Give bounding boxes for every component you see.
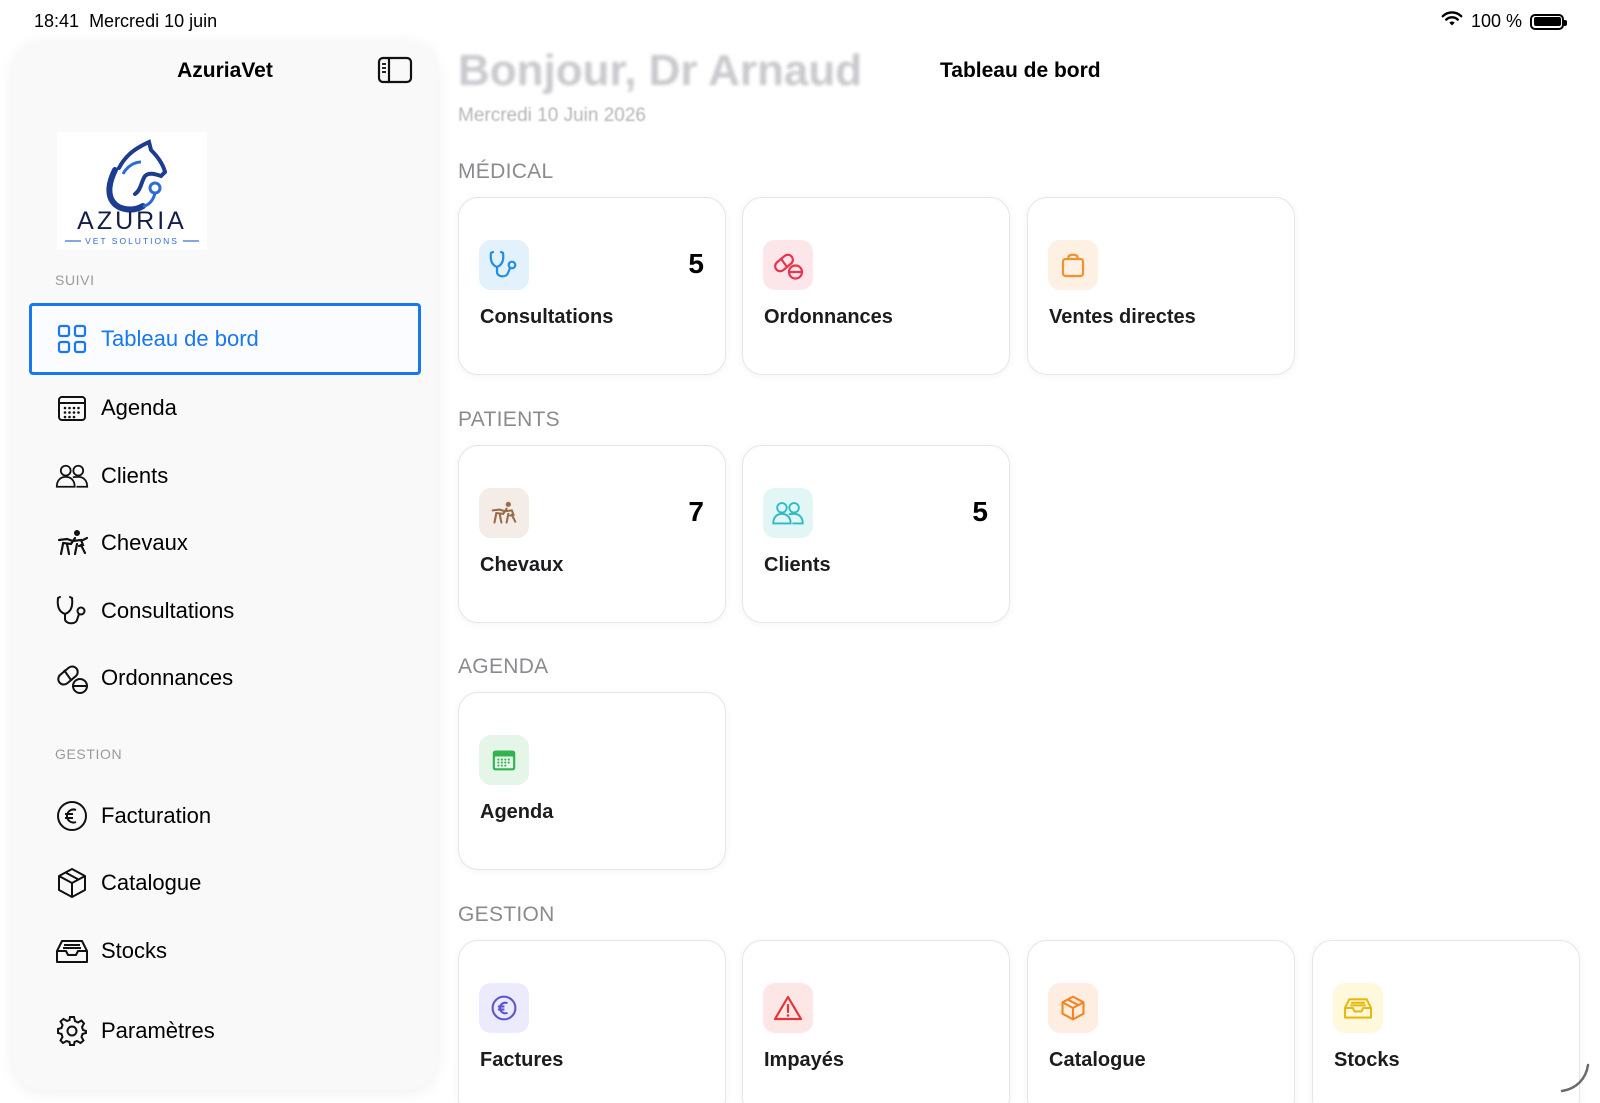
card-count: 5 [972,496,988,527]
sidebar-item-facturation[interactable]: Facturation [29,780,421,852]
calendar-icon [55,391,89,425]
group-label-patients: PATIENTS [458,408,560,431]
tray-icon [55,934,89,968]
group-label-agenda: AGENDA [458,655,549,678]
azuria-logo: AZURIA VET SOLUTIONS [57,132,207,250]
current-date: Mercredi 10 Juin 2026 [458,105,646,126]
sidebar-item-label: Clients [101,463,169,488]
card-label: Impayés [764,1049,845,1071]
box-icon [1048,983,1098,1033]
card-ventes-directes[interactable]: Ventes directes [1027,197,1295,375]
card-count: 5 [688,248,704,279]
card-chevaux[interactable]: 7 Chevaux [458,445,726,623]
horse-rider-icon [479,488,529,538]
sidebar-item-label: Agenda [101,395,177,420]
card-impayes[interactable]: Impayés [742,940,1010,1103]
sidebar-item-consultations[interactable]: Consultations [29,575,421,647]
sidebar-item-label: Stocks [101,938,168,963]
card-catalogue[interactable]: Catalogue [1027,940,1295,1103]
clock-text: 18:41 [34,11,80,31]
sidebar-item-catalogue[interactable]: Catalogue [29,847,421,919]
sidebar-toggle-icon[interactable] [377,55,413,85]
status-time: 18:41 Mercredi 10 juin [34,11,217,32]
wifi-icon [1441,11,1463,32]
card-clients[interactable]: 5 Clients [742,445,1010,623]
card-factures[interactable]: Factures [458,940,726,1103]
warning-icon [763,983,813,1033]
people-icon [763,488,813,538]
card-label: Consultations [480,306,614,328]
grid-icon [55,322,89,356]
sidebar-item-tableau-de-bord[interactable]: Tableau de bord [29,303,421,375]
sidebar-item-label: Consultations [101,598,235,623]
people-icon [55,459,89,493]
tray-icon [1333,983,1383,1033]
euro-icon [55,799,89,833]
pills-icon [763,240,813,290]
card-stocks[interactable]: Stocks [1312,940,1580,1103]
svg-text:VET SOLUTIONS: VET SOLUTIONS [85,236,179,246]
calendar-icon [479,735,529,785]
card-ordonnances[interactable]: Ordonnances [742,197,1010,375]
sidebar-item-chevaux[interactable]: Chevaux [29,507,421,579]
card-label: Stocks [1334,1049,1400,1071]
status-right: 100 % [1441,11,1567,32]
stethoscope-icon [55,594,89,628]
sidebar-item-label: Ordonnances [101,665,234,690]
sidebar-title: AzuriaVet [177,59,273,82]
card-label: Factures [480,1049,564,1071]
bag-icon [1048,240,1098,290]
euro-icon [479,983,529,1033]
page-title: Tableau de bord [940,59,1101,82]
box-icon [55,866,89,900]
stethoscope-icon [479,240,529,290]
card-label: Chevaux [480,554,564,576]
card-label: Ordonnances [764,306,893,328]
card-agenda[interactable]: Agenda [458,692,726,870]
logo-wordmark: AZURIA [77,207,187,235]
gear-icon [55,1014,89,1048]
sidebar-item-label: Chevaux [101,530,188,555]
status-date-text: Mercredi 10 juin [89,11,218,31]
sidebar-item-label: Facturation [101,803,212,828]
sidebar-item-parametres[interactable]: Paramètres [29,995,421,1067]
section-label-suivi: SUIVI [55,272,95,288]
battery-percent: 100 % [1470,11,1522,31]
card-label: Ventes directes [1049,306,1196,328]
sidebar-item-stocks[interactable]: Stocks [29,915,421,987]
sidebar-item-agenda[interactable]: Agenda [29,372,421,444]
sidebar-item-label: Tableau de bord [101,326,259,351]
sidebar-item-clients[interactable]: Clients [29,440,421,512]
card-consultations[interactable]: 5 Consultations [458,197,726,375]
card-label: Catalogue [1049,1049,1146,1071]
card-label: Agenda [480,801,554,823]
sidebar-item-label: Catalogue [101,870,202,895]
pills-icon [55,661,89,695]
sidebar: AzuriaVet AZURIA VET SOLUTIONS SUIVI Tab… [13,42,437,1090]
sidebar-item-ordonnances[interactable]: Ordonnances [29,642,421,714]
group-label-medical: MÉDICAL [458,160,554,183]
battery-icon [1530,13,1567,30]
card-label: Clients [764,554,831,576]
resize-corner-icon [1560,1063,1590,1093]
card-count: 7 [688,496,704,527]
horse-rider-icon [55,526,89,560]
section-label-gestion: GESTION [55,746,123,762]
sidebar-item-label: Paramètres [101,1018,215,1043]
group-label-gestion: GESTION [458,903,555,926]
greeting-title: Bonjour, Dr Arnaud [458,46,863,95]
status-bar: 18:41 Mercredi 10 juin 100 % [0,0,1600,40]
